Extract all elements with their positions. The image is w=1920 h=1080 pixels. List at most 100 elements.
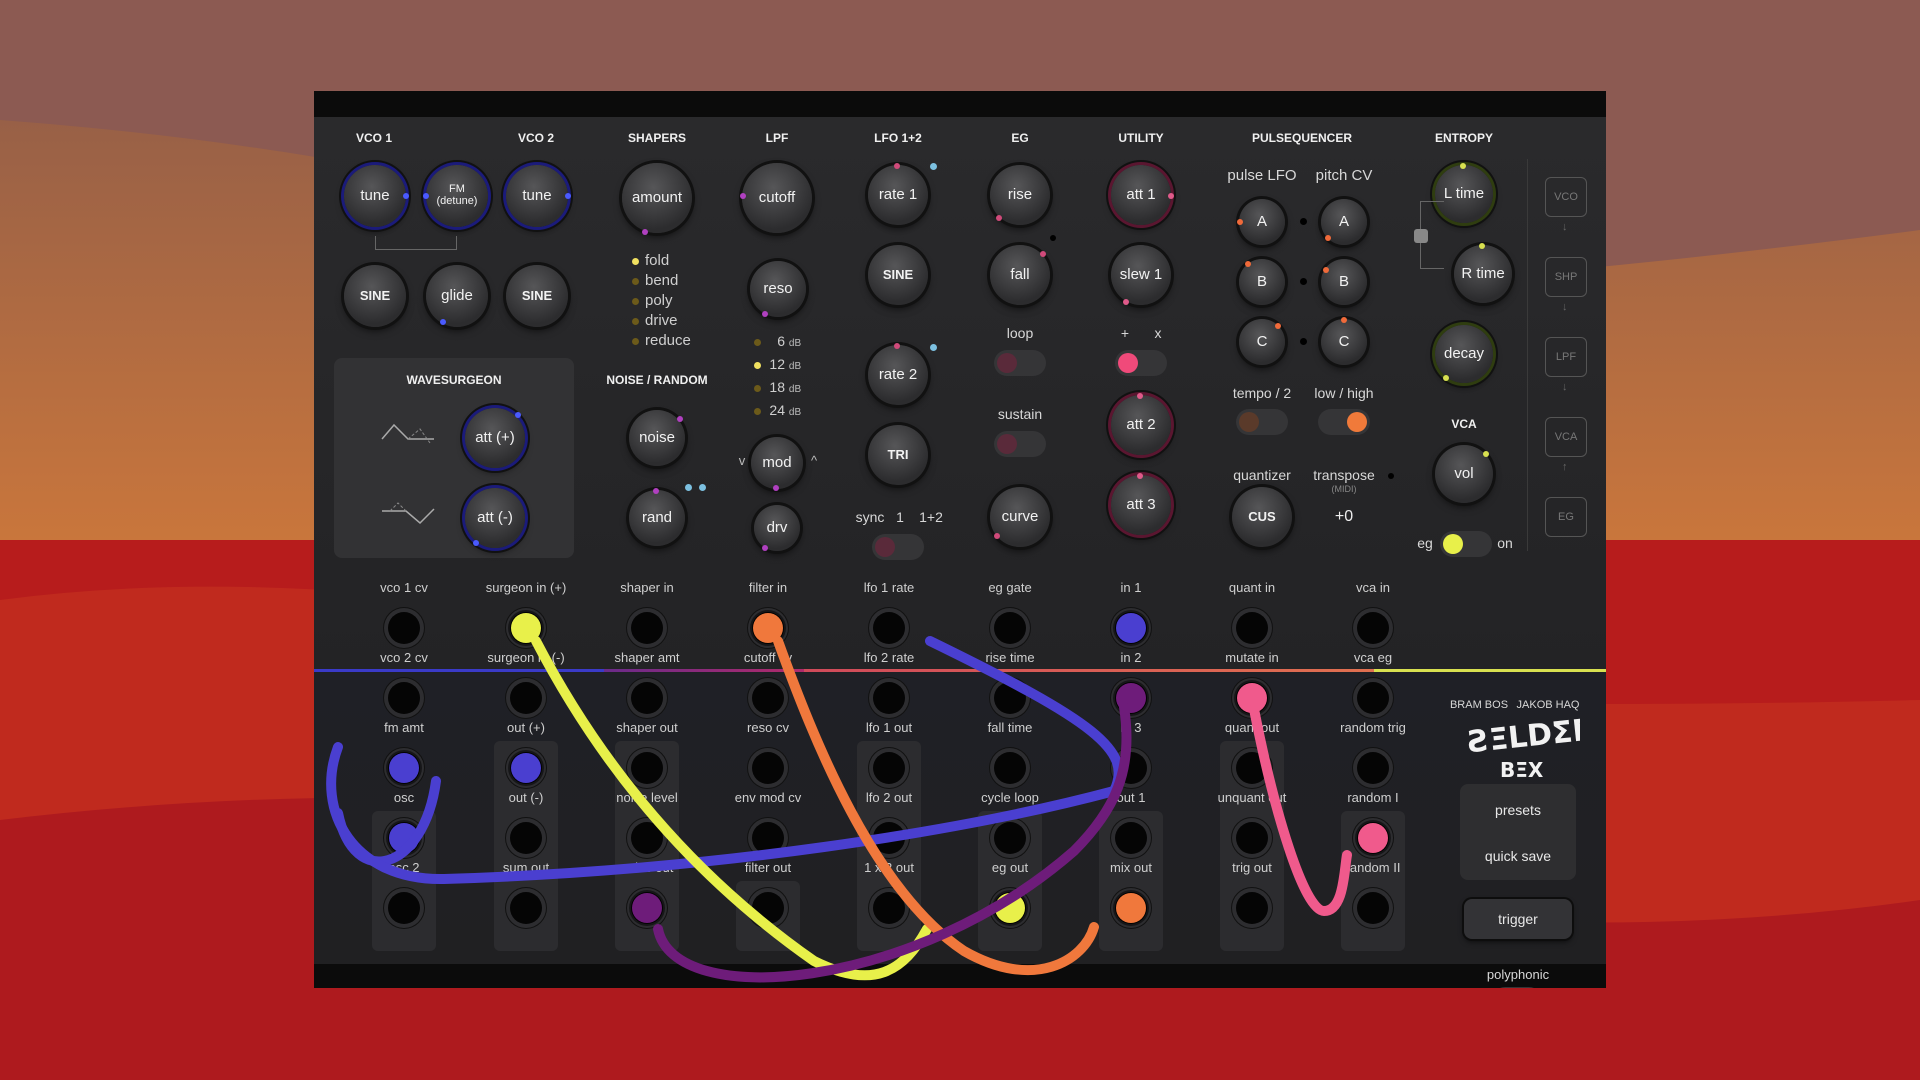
reso-knob[interactable]: reso [750, 261, 806, 317]
cable-plug[interactable] [511, 753, 541, 783]
att1-knob[interactable]: att 1 [1111, 165, 1174, 225]
mix-mode-toggle[interactable] [1115, 350, 1167, 376]
rise-knob[interactable]: rise [990, 165, 1050, 225]
rand-knob[interactable]: rand [629, 488, 685, 546]
patch-jack[interactable] [873, 752, 905, 784]
slew1-knob[interactable]: slew 1 [1111, 245, 1171, 305]
vco2-tune-knob[interactable]: tune [506, 165, 571, 227]
patch-jack[interactable] [873, 822, 905, 854]
patch-jack[interactable] [1115, 822, 1147, 854]
pitch-b-knob[interactable]: B [1321, 259, 1367, 305]
shaper-option-reduce[interactable]: reduce [632, 331, 691, 351]
shaper-option-drive[interactable]: drive [632, 311, 691, 331]
pitch-a-knob[interactable]: A [1321, 199, 1367, 245]
flow-lpf[interactable]: LPF [1545, 337, 1587, 377]
patch-jack[interactable] [631, 612, 663, 644]
cable-plug[interactable] [1116, 613, 1146, 643]
pulse-b-knob[interactable]: B [1239, 259, 1285, 305]
patch-jack[interactable] [1357, 682, 1389, 714]
patch-jack[interactable] [994, 752, 1026, 784]
patch-jack[interactable] [388, 612, 420, 644]
slope-24db[interactable]: 24 dB [754, 400, 801, 423]
noise-knob[interactable]: noise [629, 410, 685, 466]
patch-jack[interactable] [1357, 752, 1389, 784]
patch-jack[interactable] [1236, 892, 1268, 924]
rate1-knob[interactable]: rate 1 [868, 163, 928, 225]
cutoff-knob[interactable]: cutoff [740, 163, 812, 233]
vol-knob[interactable]: vol [1435, 445, 1493, 503]
vco2-wave-button[interactable]: SINE [506, 265, 568, 327]
loop-toggle[interactable] [994, 350, 1046, 376]
patch-jack[interactable] [994, 682, 1026, 714]
shaper-option-poly[interactable]: poly [632, 291, 691, 311]
att2-knob[interactable]: att 2 [1111, 393, 1171, 455]
patch-jack[interactable] [1357, 612, 1389, 644]
patch-jack[interactable] [510, 892, 542, 924]
patch-jack[interactable] [752, 892, 784, 924]
patch-jack[interactable] [631, 682, 663, 714]
quick-save-button[interactable]: quick save [1460, 841, 1576, 871]
pulse-c-knob[interactable]: C [1239, 319, 1285, 365]
tempo-toggle[interactable] [1236, 409, 1288, 435]
shaper-option-bend[interactable]: bend [632, 271, 691, 291]
lock-icon[interactable] [1414, 229, 1428, 243]
rate2-knob[interactable]: rate 2 [868, 343, 928, 405]
fall-knob[interactable]: fall [990, 245, 1050, 305]
patch-jack[interactable] [873, 892, 905, 924]
presets-button[interactable]: presets [1460, 795, 1576, 825]
lfo2-wave-button[interactable]: TRI [868, 425, 928, 485]
cable-plug[interactable] [995, 893, 1025, 923]
patch-jack[interactable] [752, 752, 784, 784]
pulse-a-knob[interactable]: A [1237, 199, 1285, 245]
cable-plug[interactable] [1237, 683, 1267, 713]
patch-jack[interactable] [1236, 612, 1268, 644]
slope-6db[interactable]: 6 dB [754, 331, 801, 354]
cable-plug[interactable] [632, 893, 662, 923]
patch-jack[interactable] [631, 822, 663, 854]
patch-jack[interactable] [1357, 892, 1389, 924]
cable-plug[interactable] [511, 613, 541, 643]
patch-jack[interactable] [510, 682, 542, 714]
amount-knob[interactable]: amount [622, 163, 692, 235]
patch-jack[interactable] [873, 682, 905, 714]
patch-jack[interactable] [994, 822, 1026, 854]
cable-plug[interactable] [389, 753, 419, 783]
shaper-option-fold[interactable]: fold [632, 251, 691, 271]
slope-12db[interactable]: 12 dB [754, 354, 801, 377]
patch-jack[interactable] [1236, 822, 1268, 854]
sync-toggle[interactable] [872, 534, 924, 560]
cable-plug[interactable] [753, 613, 783, 643]
pitch-c-knob[interactable]: C [1321, 317, 1367, 365]
fm-detune-knob[interactable]: FM (detune) [423, 165, 488, 227]
drv-knob[interactable]: drv [754, 505, 800, 551]
patch-jack[interactable] [752, 822, 784, 854]
curve-knob[interactable]: curve [990, 487, 1050, 547]
att3-knob[interactable]: att 3 [1111, 473, 1171, 535]
flow-vco[interactable]: VCO [1545, 177, 1587, 217]
patch-jack[interactable] [631, 752, 663, 784]
glide-knob[interactable]: glide [426, 265, 488, 327]
slope-18db[interactable]: 18 dB [754, 377, 801, 400]
mod-knob[interactable]: mod [751, 437, 803, 491]
low-high-toggle[interactable] [1318, 409, 1370, 435]
patch-jack[interactable] [994, 612, 1026, 644]
flow-eg[interactable]: EG [1545, 497, 1587, 537]
r-time-knob[interactable]: R time [1454, 243, 1512, 303]
patch-jack[interactable] [1115, 752, 1147, 784]
quantizer-button[interactable]: CUS [1232, 487, 1292, 547]
patch-jack[interactable] [510, 822, 542, 854]
att-minus-knob[interactable]: att (-) [465, 488, 525, 548]
cable-plug[interactable] [1358, 823, 1388, 853]
patch-jack[interactable] [752, 682, 784, 714]
vco1-wave-button[interactable]: SINE [344, 265, 406, 327]
patch-jack[interactable] [388, 682, 420, 714]
flow-vca[interactable]: VCA [1545, 417, 1587, 457]
vca-eg-toggle[interactable] [1440, 531, 1492, 557]
lfo1-wave-button[interactable]: SINE [868, 245, 928, 305]
patch-jack[interactable] [388, 892, 420, 924]
patch-jack[interactable] [1236, 752, 1268, 784]
decay-knob[interactable]: decay [1435, 325, 1493, 383]
transpose-value[interactable]: +0 [1335, 508, 1353, 526]
sustain-toggle[interactable] [994, 431, 1046, 457]
flow-shp[interactable]: SHP [1545, 257, 1587, 297]
